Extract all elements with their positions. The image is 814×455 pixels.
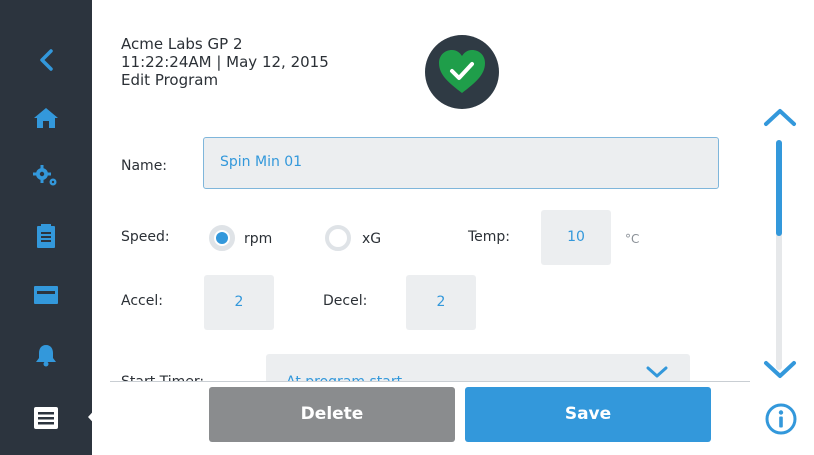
status-badge	[425, 35, 499, 109]
speed-xg-label: xG	[362, 231, 382, 247]
info-button[interactable]	[764, 402, 798, 436]
chevron-down-icon	[646, 366, 668, 378]
save-button[interactable]: Save	[465, 387, 711, 442]
clipboard-icon	[37, 224, 55, 248]
heart-check-icon	[439, 50, 485, 93]
sidebar-item-programs[interactable]	[28, 400, 64, 436]
home-icon	[34, 108, 58, 128]
programs-list-icon	[34, 407, 58, 429]
temp-label: Temp:	[468, 229, 511, 245]
start-timer-select[interactable]: At program start	[266, 354, 690, 382]
content-divider	[110, 381, 750, 382]
back-chevron-icon	[40, 49, 53, 71]
scroll-down-button[interactable]	[760, 355, 800, 385]
sidebar-item-home[interactable]	[28, 100, 64, 136]
accel-label: Accel:	[121, 293, 163, 309]
chevron-up-icon	[764, 109, 796, 126]
card-icon	[34, 286, 58, 304]
delete-button[interactable]: Delete	[209, 387, 455, 442]
gears-icon	[33, 165, 57, 186]
sidebar-item-clipboard[interactable]	[28, 218, 64, 254]
sidebar-item-settings[interactable]	[28, 158, 64, 194]
temp-unit: °C	[625, 232, 640, 246]
info-icon	[765, 403, 797, 435]
speed-rpm-label: rpm	[244, 231, 273, 247]
device-name: Acme Labs GP 2	[121, 35, 243, 53]
temp-input[interactable]: 10	[541, 210, 611, 265]
bell-icon	[36, 345, 56, 367]
decel-label: Decel:	[323, 293, 368, 309]
decel-input[interactable]: 2	[406, 275, 476, 330]
sidebar-item-alerts[interactable]	[28, 337, 64, 373]
header: Acme Labs GP 2 11:22:24AM | May 12, 2015…	[121, 35, 329, 89]
speed-rpm-radio[interactable]	[209, 225, 235, 251]
chevron-down-icon	[764, 361, 796, 378]
scrollbar-thumb[interactable]	[776, 140, 782, 236]
page-title: Edit Program	[121, 71, 219, 89]
datetime: 11:22:24AM | May 12, 2015	[121, 53, 329, 71]
program-name-input[interactable]: Spin Min 01	[203, 137, 719, 189]
speed-xg-radio[interactable]	[325, 225, 351, 251]
accel-input[interactable]: 2	[204, 275, 274, 330]
speed-label: Speed:	[121, 229, 170, 245]
sidebar-item-card[interactable]	[28, 277, 64, 313]
scroll-up-button[interactable]	[760, 102, 800, 132]
name-label: Name:	[121, 158, 168, 174]
active-item-pointer	[88, 404, 100, 430]
back-button[interactable]	[28, 42, 64, 78]
sidebar	[0, 0, 100, 455]
